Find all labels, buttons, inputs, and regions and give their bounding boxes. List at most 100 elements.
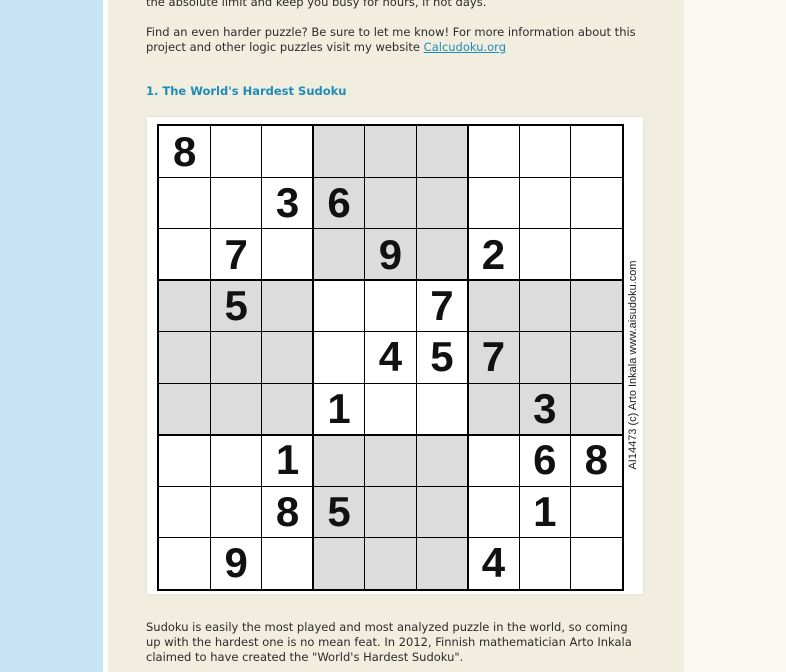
grid-line xyxy=(159,433,622,436)
sudoku-cell: 5 xyxy=(210,280,262,332)
sudoku-cell: 8 xyxy=(261,486,314,538)
sudoku-cell xyxy=(416,486,468,538)
sudoku-cell xyxy=(159,383,211,435)
sudoku-cell xyxy=(570,228,622,281)
sudoku-cell xyxy=(467,280,520,332)
sudoku-cell xyxy=(519,331,571,384)
sudoku-cell: 9 xyxy=(210,537,262,589)
sudoku-cell xyxy=(570,331,622,384)
grid-line xyxy=(312,126,315,589)
sudoku-cell xyxy=(313,434,365,487)
sudoku-image: 836792574571316885194 AI14473 (c) Arto I… xyxy=(147,117,643,594)
sudoku-cell xyxy=(261,228,314,281)
left-sidebar xyxy=(0,0,103,672)
sudoku-cell: 4 xyxy=(467,537,520,589)
sudoku-cell xyxy=(519,280,571,332)
sudoku-cell xyxy=(313,228,365,281)
sudoku-cell xyxy=(313,331,365,384)
grid-line xyxy=(364,126,366,589)
sudoku-cell xyxy=(519,537,571,589)
sudoku-cell xyxy=(364,434,417,487)
sudoku-cell xyxy=(159,434,211,487)
sudoku-cell: 7 xyxy=(416,280,468,332)
sudoku-cell: 1 xyxy=(313,383,365,435)
sudoku-cell xyxy=(159,486,211,538)
sudoku-cell xyxy=(159,280,211,332)
grid-line xyxy=(159,331,622,333)
sudoku-cell: 1 xyxy=(261,434,314,487)
sudoku-cell xyxy=(159,537,211,589)
sudoku-cell xyxy=(313,280,365,332)
sudoku-cell xyxy=(570,486,622,538)
sudoku-cell xyxy=(364,177,417,229)
grid-line xyxy=(159,176,622,178)
sudoku-cell xyxy=(313,537,365,589)
sudoku-cell xyxy=(416,537,468,589)
grid-line xyxy=(159,228,622,230)
intro-text: Find an even harder puzzle? Be sure to l… xyxy=(146,25,636,54)
sudoku-cell: 4 xyxy=(364,331,417,384)
sudoku-cell xyxy=(519,177,571,229)
grid-line xyxy=(159,485,622,487)
grid-line xyxy=(159,279,622,282)
sudoku-cell: 6 xyxy=(313,177,365,229)
grid-line xyxy=(261,126,263,589)
sudoku-cell xyxy=(159,331,211,384)
sudoku-cell: 2 xyxy=(467,228,520,281)
sudoku-cell xyxy=(570,537,622,589)
sudoku-cell xyxy=(210,383,262,435)
sudoku-cell xyxy=(364,383,417,435)
puzzle-watermark: AI14473 (c) Arto Inkala www.aisudoku.com xyxy=(626,137,640,592)
sudoku-cell xyxy=(416,383,468,435)
outro-paragraph: Sudoku is easily the most played and mos… xyxy=(146,620,632,664)
sudoku-cell: 1 xyxy=(519,486,571,538)
sudoku-cell: 7 xyxy=(210,228,262,281)
sudoku-cell xyxy=(210,126,262,178)
sudoku-cell xyxy=(261,280,314,332)
sudoku-cell: 8 xyxy=(570,434,622,487)
grid-line xyxy=(159,382,622,384)
sudoku-cell xyxy=(210,434,262,487)
sudoku-cell: 6 xyxy=(519,434,571,487)
sudoku-cell xyxy=(261,331,314,384)
sudoku-cell xyxy=(467,383,520,435)
sudoku-cell xyxy=(416,228,468,281)
calcudoku-link[interactable]: Calcudoku.org xyxy=(424,40,506,54)
sudoku-cell xyxy=(159,228,211,281)
sudoku-cell xyxy=(261,126,314,178)
grid-line xyxy=(570,126,572,589)
sudoku-cell xyxy=(210,177,262,229)
sudoku-cell xyxy=(519,126,571,178)
sudoku-cell: 8 xyxy=(159,126,211,178)
sudoku-cell xyxy=(519,228,571,281)
sudoku-cell xyxy=(364,486,417,538)
grid-line xyxy=(159,537,622,539)
grid-line xyxy=(466,126,469,589)
sudoku-cell xyxy=(570,383,622,435)
section-heading: 1. The World's Hardest Sudoku xyxy=(146,84,347,98)
sudoku-cell xyxy=(210,486,262,538)
sudoku-cell: 7 xyxy=(467,331,520,384)
sudoku-cell: 5 xyxy=(416,331,468,384)
intro-paragraph: Find an even harder puzzle? Be sure to l… xyxy=(146,25,636,55)
sudoku-cell xyxy=(313,126,365,178)
sudoku-cell xyxy=(467,434,520,487)
sudoku-cell: 5 xyxy=(313,486,365,538)
sudoku-cell xyxy=(364,537,417,589)
sudoku-cell xyxy=(210,331,262,384)
sudoku-cell xyxy=(416,177,468,229)
right-margin xyxy=(684,0,786,672)
sudoku-cell xyxy=(159,177,211,229)
intro-text-cut: the absolute limit and keep you busy for… xyxy=(146,0,487,9)
sudoku-grid: 836792574571316885194 xyxy=(157,124,624,591)
sudoku-cell xyxy=(416,126,468,178)
sudoku-cell xyxy=(364,280,417,332)
sudoku-cell xyxy=(261,537,314,589)
grid-line xyxy=(518,126,520,589)
grid-line xyxy=(415,126,417,589)
watermark-text: AI14473 (c) Arto Inkala www.aisudoku.com xyxy=(627,259,639,470)
grid-line xyxy=(209,126,211,589)
sudoku-cell: 9 xyxy=(364,228,417,281)
sudoku-cell: 3 xyxy=(519,383,571,435)
sudoku-cell xyxy=(570,280,622,332)
